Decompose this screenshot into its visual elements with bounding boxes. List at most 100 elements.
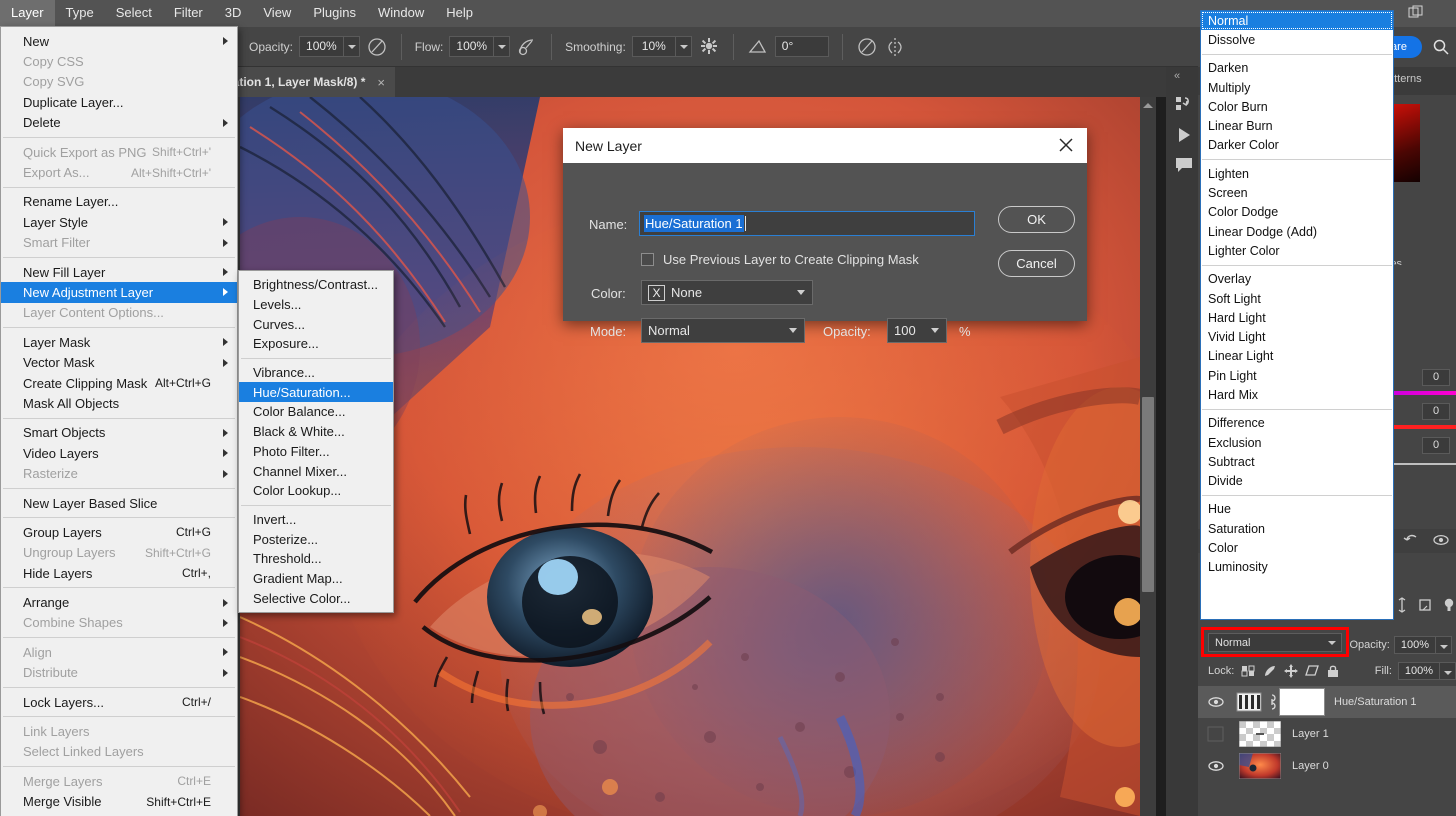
layer-fill-dropdown-icon[interactable] [1440, 662, 1456, 680]
blend-mode-option-hard-mix[interactable]: Hard Mix [1201, 385, 1393, 404]
blend-mode-option-overlay[interactable]: Overlay [1201, 270, 1393, 289]
new-adjustment-layer-submenu[interactable]: Brightness/Contrast... Levels... Curves...… [238, 270, 394, 613]
layer-opacity-dropdown-icon[interactable] [1436, 636, 1452, 654]
close-icon[interactable]: × [377, 75, 385, 90]
menu-item-duplicate-layer[interactable]: Duplicate Layer... [1, 92, 237, 112]
menubar-item-view[interactable]: View [252, 0, 302, 27]
table-row[interactable]: Layer 0 [1198, 750, 1456, 782]
close-icon[interactable] [1057, 136, 1075, 154]
canvas-vertical-scrollbar[interactable] [1140, 97, 1156, 816]
menu-item-merge-visible[interactable]: Merge Visible Shift+Ctrl+E [1, 792, 237, 812]
submenu-item-invert[interactable]: Invert... [239, 510, 393, 530]
blend-mode-option-dissolve[interactable]: Dissolve [1201, 30, 1393, 49]
blend-mode-option-darker-color[interactable]: Darker Color [1201, 136, 1393, 155]
clipping-mask-checkbox[interactable] [641, 253, 654, 266]
layer-visibility-toggle[interactable] [1198, 695, 1234, 709]
menu-item-create-clipping-mask[interactable]: Create Clipping Mask Alt+Ctrl+G [1, 373, 237, 393]
clip-to-layer-icon[interactable] [1394, 597, 1410, 618]
submenu-item-exposure[interactable]: Exposure... [239, 334, 393, 354]
layer-mask-thumbnail[interactable] [1279, 688, 1325, 716]
pressure-size-icon[interactable] [856, 36, 878, 58]
toggle-visibility-icon[interactable] [1431, 532, 1455, 550]
submenu-item-posterize[interactable]: Posterize... [239, 529, 393, 549]
submenu-item-selective-color[interactable]: Selective Color... [239, 588, 393, 608]
pressure-opacity-icon[interactable] [366, 36, 388, 58]
layer-color-select[interactable]: X None [641, 280, 813, 305]
menubar-item-help[interactable]: Help [435, 0, 484, 27]
menu-item-mask-all-objects[interactable]: Mask All Objects [1, 393, 237, 413]
menu-item-layer-style[interactable]: Layer Style [1, 212, 237, 232]
arrange-documents-icon[interactable] [1408, 5, 1424, 21]
actions-play-icon[interactable] [1174, 125, 1192, 143]
property-value-2[interactable]: 0 [1422, 403, 1450, 420]
submenu-item-hue-saturation[interactable]: Hue/Saturation... [239, 382, 393, 403]
submenu-item-threshold[interactable]: Threshold... [239, 549, 393, 569]
blend-mode-option-difference[interactable]: Difference [1201, 414, 1393, 433]
table-row[interactable]: Hue/Saturation 1 [1198, 686, 1456, 718]
blend-mode-option-saturation[interactable]: Saturation [1201, 519, 1393, 538]
delete-adjustment-icon[interactable] [1441, 597, 1456, 618]
link-mask-icon[interactable] [1264, 693, 1280, 711]
blend-mode-option-lighten[interactable]: Lighten [1201, 164, 1393, 183]
lock-artboard-nesting-icon[interactable] [1304, 663, 1320, 679]
mask-icon[interactable] [1418, 597, 1434, 618]
menu-item-new-layer-based-slice[interactable]: New Layer Based Slice [1, 493, 237, 513]
scrollbar-thumb[interactable] [1142, 397, 1154, 592]
menu-item-rename-layer[interactable]: Rename Layer... [1, 192, 237, 212]
menu-item-hide-layers[interactable]: Hide Layers Ctrl+, [1, 563, 237, 583]
menubar-item-type[interactable]: Type [55, 0, 105, 27]
libraries-icon[interactable] [1174, 95, 1192, 113]
layer-visibility-toggle[interactable] [1198, 726, 1234, 742]
comments-icon[interactable] [1174, 155, 1192, 173]
blend-mode-option-divide[interactable]: Divide [1201, 472, 1393, 491]
submenu-item-curves[interactable]: Curves... [239, 314, 393, 334]
adjustment-thumbnail[interactable] [1234, 690, 1264, 714]
airbrush-icon[interactable] [516, 36, 538, 58]
blend-mode-option-darken[interactable]: Darken [1201, 59, 1393, 78]
blend-mode-option-pin-light[interactable]: Pin Light [1201, 366, 1393, 385]
blend-mode-option-subtract[interactable]: Subtract [1201, 452, 1393, 471]
menu-item-new-adjustment-layer[interactable]: New Adjustment Layer [1, 282, 237, 303]
blend-mode-option-exclusion[interactable]: Exclusion [1201, 433, 1393, 452]
layer-thumbnail[interactable] [1234, 753, 1286, 779]
submenu-item-vibrance[interactable]: Vibrance... [239, 363, 393, 383]
blend-mode-option-color[interactable]: Color [1201, 538, 1393, 557]
lock-image-pixels-icon[interactable] [1262, 663, 1278, 679]
flow-input[interactable]: 100% [449, 36, 495, 57]
menu-item-group-layers[interactable]: Group Layers Ctrl+G [1, 522, 237, 542]
smoothing-dropdown-icon[interactable] [675, 36, 692, 57]
menubar-item-window[interactable]: Window [367, 0, 435, 27]
submenu-item-black-white[interactable]: Black & White... [239, 422, 393, 442]
blend-mode-option-linear-light[interactable]: Linear Light [1201, 347, 1393, 366]
flow-dropdown-icon[interactable] [494, 36, 511, 57]
blend-mode-option-linear-dodge-add[interactable]: Linear Dodge (Add) [1201, 222, 1393, 241]
layer-fill-input[interactable]: 100% [1397, 662, 1441, 680]
blend-mode-option-soft-light[interactable]: Soft Light [1201, 289, 1393, 308]
blend-mode-option-multiply[interactable]: Multiply [1201, 78, 1393, 97]
layer-menu[interactable]: New Copy CSS Copy SVG Duplicate Layer... Del… [0, 26, 238, 816]
blend-mode-option-linear-burn[interactable]: Linear Burn [1201, 116, 1393, 135]
layer-name-input[interactable]: Hue/Saturation 1 [639, 211, 975, 236]
table-row[interactable]: Layer 1 [1198, 718, 1456, 750]
dialog-opacity-input[interactable]: 100 [887, 318, 947, 343]
opacity-input[interactable]: 100% [299, 36, 344, 57]
blend-mode-option-color-burn[interactable]: Color Burn [1201, 97, 1393, 116]
layer-mode-select[interactable]: Normal [641, 318, 805, 343]
blend-mode-option-hard-light[interactable]: Hard Light [1201, 308, 1393, 327]
angle-icon[interactable] [747, 36, 769, 58]
scroll-up-arrow-icon[interactable] [1143, 103, 1153, 108]
layer-thumbnail[interactable] [1234, 721, 1286, 747]
submenu-item-color-balance[interactable]: Color Balance... [239, 402, 393, 422]
property-value-1[interactable]: 0 [1422, 369, 1450, 386]
menu-item-delete[interactable]: Delete [1, 113, 237, 133]
opacity-dropdown-icon[interactable] [343, 36, 360, 57]
submenu-item-gradient-map[interactable]: Gradient Map... [239, 569, 393, 589]
blend-mode-dropdown-list[interactable]: Normal Dissolve Darken Multiply Color Burn Li… [1200, 10, 1394, 620]
menubar-item-filter[interactable]: Filter [163, 0, 214, 27]
layer-opacity-input[interactable]: 100% [1393, 636, 1436, 654]
blend-mode-option-normal[interactable]: Normal [1201, 11, 1393, 31]
menubar-item-select[interactable]: Select [105, 0, 163, 27]
menu-item-lock-layers[interactable]: Lock Layers... Ctrl+/ [1, 692, 237, 712]
menu-item-video-layers[interactable]: Video Layers [1, 443, 237, 463]
collapse-panels-icon[interactable]: « [1174, 70, 1180, 82]
